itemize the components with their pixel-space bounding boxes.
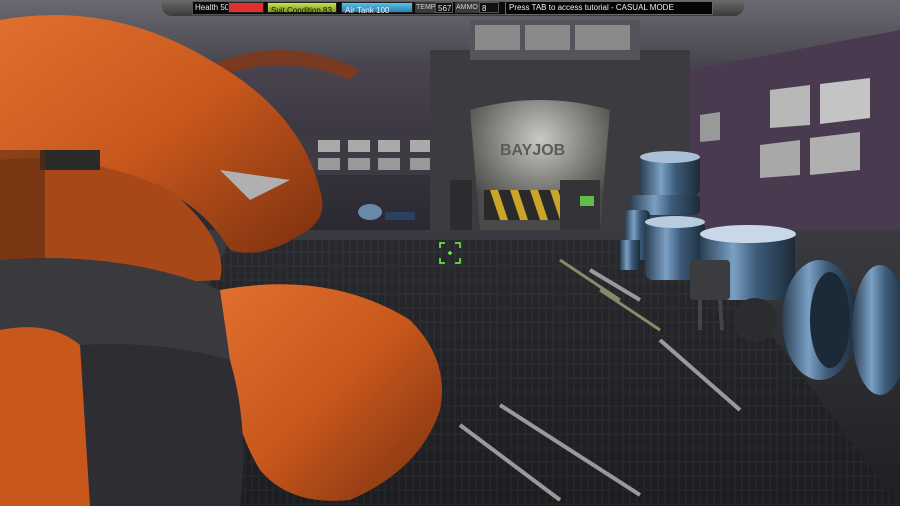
air-label: Air Tank 100: [345, 6, 390, 15]
ammo-value: 8: [479, 2, 499, 13]
tutorial-message: Press TAB to access tutorial - CASUAL MO…: [505, 1, 713, 15]
suit-value: 83: [323, 6, 332, 15]
temp-label: TEMP: [415, 2, 437, 13]
suit-label: Suit Condition 83: [271, 6, 332, 15]
air-value: 100: [376, 6, 390, 15]
health-bar: [228, 2, 264, 13]
crosshair-icon: [439, 242, 461, 264]
air-bar: Air Tank 100: [341, 2, 413, 15]
hud-bar: Health 50 Suit Condition 83 Air Tank 100…: [0, 0, 900, 16]
suit-bar: Suit Condition 83: [267, 2, 337, 15]
game-viewport[interactable]: BAYJOB Health 50 Suit Condition 83 Air T…: [0, 0, 900, 506]
door-sign: BAYJOB: [500, 142, 565, 159]
health-label: Health 50: [195, 3, 230, 12]
ammo-label: AMMO: [455, 2, 479, 13]
cargo-door: BAYJOB: [430, 20, 690, 250]
temp-value: 567: [435, 2, 453, 13]
